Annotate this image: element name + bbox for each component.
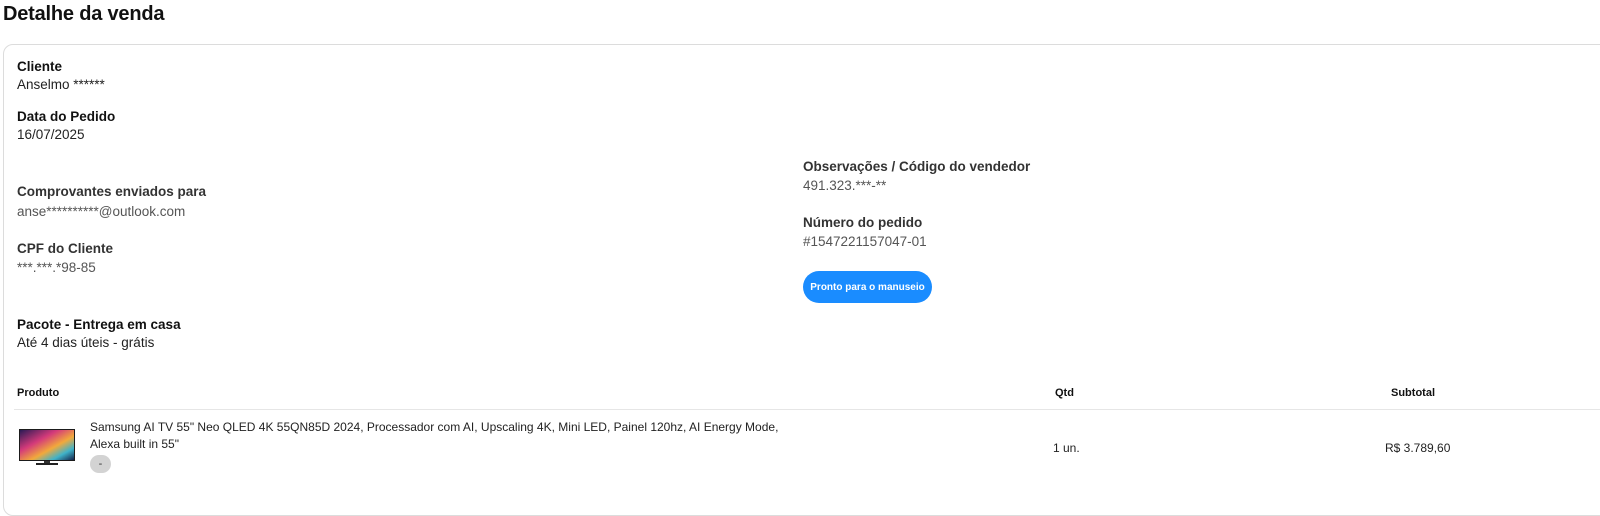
product-subtotal: R$ 3.789,60 [1385,441,1451,455]
tv-product-image[interactable] [18,427,76,467]
product-tag: - [90,455,111,473]
comprovantes-field: Comprovantes enviados para anse*********… [17,183,206,220]
data-pedido-field: Data do Pedido 16/07/2025 [17,108,115,143]
ready-for-handling-button[interactable]: Pronto para o manuseio [803,271,932,303]
pacote-field: Pacote - Entrega em casa Até 4 dias útei… [17,316,181,351]
numero-pedido-value: #1547221157047-01 [803,234,927,249]
pacote-value: Até 4 dias úteis - grátis [17,335,155,350]
observacoes-field: Observações / Código do vendedor 491.323… [803,158,1030,194]
data-pedido-value: 16/07/2025 [17,127,85,142]
pacote-label: Pacote - Entrega em casa [17,317,181,332]
cliente-field: Cliente Anselmo ****** [17,58,105,93]
numero-pedido-field: Número do pedido #1547221157047-01 [803,214,927,250]
product-name: Samsung AI TV 55" Neo QLED 4K 55QN85D 20… [90,420,779,451]
numero-pedido-label: Número do pedido [803,215,923,230]
cliente-value: Anselmo ****** [17,77,105,92]
table-divider [14,409,1600,410]
cliente-label: Cliente [17,59,63,74]
header-subtotal: Subtotal [1391,387,1435,399]
observacoes-label: Observações / Código do vendedor [803,159,1031,174]
cpf-field: CPF do Cliente ***.***.*98-85 [17,240,113,276]
header-produto: Produto [17,387,60,399]
comprovantes-label: Comprovantes enviados para [17,184,207,199]
cpf-label: CPF do Cliente [17,241,114,256]
product-qty: 1 un. [1053,441,1080,455]
data-pedido-label: Data do Pedido [17,109,116,124]
cpf-value: ***.***.*98-85 [17,260,96,275]
header-qtd: Qtd [1055,387,1074,399]
comprovantes-value: anse**********@outlook.com [17,204,186,219]
page-title: Detalhe da venda [3,3,165,25]
observacoes-value: 491.323.***-** [803,178,887,193]
